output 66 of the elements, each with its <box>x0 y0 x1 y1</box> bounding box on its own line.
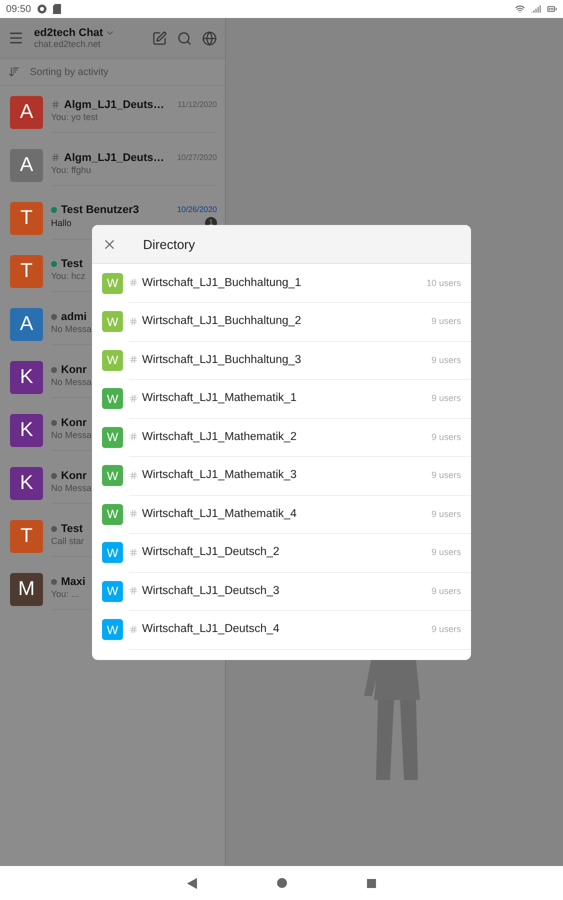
user-count: 9 users <box>431 508 461 519</box>
user-count: 9 users <box>431 316 461 326</box>
chat-name: Konr <box>61 416 87 428</box>
channel-name: Wirtschaft_LJ1_Mathematik_1 <box>142 392 298 404</box>
avatar: W <box>102 504 123 525</box>
chat-name: Konr <box>61 364 87 376</box>
avatar: W <box>102 388 123 410</box>
user-count: 9 users <box>431 432 461 442</box>
avatar: W <box>102 542 123 564</box>
channel-name: Wirtschaft_LJ1_Buchhaltung_1 <box>142 276 302 289</box>
avatar: K <box>10 467 43 500</box>
avatar: W <box>102 426 123 448</box>
avatar: T <box>10 202 43 235</box>
avatar: T <box>10 520 43 553</box>
channel-name: Wirtschaft_LJ1_Buchhaltung_3 <box>142 354 302 366</box>
chat-name: Test Benutzer3 <box>61 204 140 216</box>
chat-name: Test <box>61 522 83 534</box>
avatar: W <box>102 272 123 294</box>
chat-date: 10/27/2020 <box>176 153 217 162</box>
user-count: 9 users <box>431 354 461 365</box>
avatar: K <box>10 414 43 447</box>
avatar: W <box>102 311 123 332</box>
chat-name: Algm_LJ1_Deuts… <box>64 152 164 164</box>
avatar: W <box>102 465 123 486</box>
channel-name: Wirtschaft_LJ1_Mathematik_3 <box>142 469 298 482</box>
chat-date: 10/26/2020 <box>176 205 217 214</box>
channel-name: Wirtschaft_LJ1_Deutsch_2 <box>142 546 280 558</box>
avatar: A <box>10 96 43 129</box>
server-address: chat.ed2tech.net <box>34 39 102 49</box>
chat-preview: No Messa <box>51 324 92 334</box>
user-count: 9 users <box>431 586 461 596</box>
chat-name: Test <box>61 258 83 270</box>
user-count: 10 users <box>426 278 461 288</box>
chat-preview: You: yo test <box>51 112 98 122</box>
channel-name: Wirtschaft_LJ1_Mathematik_4 <box>142 508 298 520</box>
avatar: M <box>10 573 43 606</box>
chat-preview: No Messa <box>51 376 92 386</box>
avatar: W <box>102 580 123 602</box>
dialog-title: Directory <box>143 236 196 252</box>
chat-name: Algm_LJ1_Deuts… <box>64 98 164 110</box>
chat-preview: You: hcz <box>51 270 86 280</box>
chat-preview: No Messa <box>51 482 92 492</box>
channel-name: Wirtschaft_LJ1_Deutsch_3 <box>142 584 280 597</box>
avatar: T <box>10 255 43 288</box>
channel-name: Wirtschaft_LJ1_Buchhaltung_2 <box>142 315 302 328</box>
chat-preview: You: ffghu <box>51 164 92 174</box>
channel-name: Wirtschaft_LJ1_Deutsch_4 <box>142 623 280 636</box>
chat-name: admi <box>61 310 87 322</box>
avatar: A <box>10 308 43 341</box>
chat-name: Maxi <box>61 576 86 588</box>
user-count: 9 users <box>431 547 461 558</box>
chat-preview: Call star <box>51 536 84 546</box>
chat-preview: No Messa <box>51 430 92 440</box>
channel-name: Wirtschaft_LJ1_Mathematik_2 <box>142 430 298 443</box>
chat-preview: You: ... <box>51 588 79 598</box>
chat-preview: Hallo <box>51 218 72 228</box>
user-count: 9 users <box>431 393 461 404</box>
avatar: W <box>102 619 123 640</box>
chat-name: Konr <box>61 470 87 482</box>
avatar: K <box>10 361 43 394</box>
avatar: A <box>10 149 43 182</box>
user-count: 9 users <box>431 470 461 480</box>
chat-date: 11/12/2020 <box>178 100 217 109</box>
clock: 09:50 <box>6 4 32 14</box>
avatar: W <box>102 350 123 371</box>
user-count: 9 users <box>431 624 461 634</box>
